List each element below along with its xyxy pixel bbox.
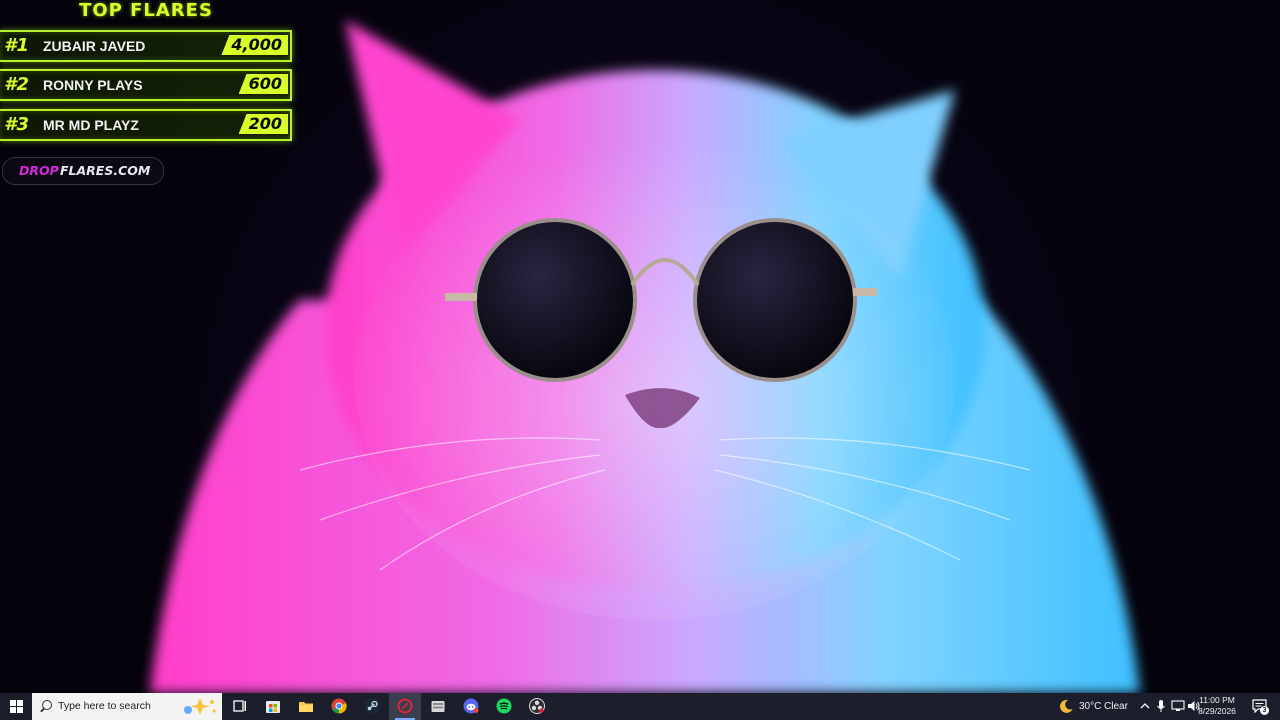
taskbar-app-microsoft-store[interactable]	[257, 693, 289, 720]
weather-moon-icon[interactable]	[1058, 698, 1074, 714]
taskbar: Type here to search 30°C Clear 11:00 PM …	[0, 693, 1280, 720]
rank-label: #2	[4, 74, 30, 95]
search-icon	[42, 700, 52, 710]
flare-amount: 200	[238, 114, 288, 134]
spotify-icon	[496, 698, 512, 714]
weather-condition[interactable]: Clear	[1104, 700, 1128, 713]
leaderboard-row: #2 RONNY PLAYS 600	[0, 69, 292, 101]
supporter-name: MR MD PLAYZ	[43, 117, 139, 133]
clock-time: 11:00 PM	[1199, 695, 1235, 705]
weather-temperature[interactable]: 30°C	[1079, 700, 1101, 713]
taskbar-app-file-manager[interactable]	[422, 693, 454, 720]
obs-icon	[529, 698, 545, 714]
folder-icon	[299, 702, 313, 712]
discord-icon	[463, 698, 479, 714]
store-icon	[266, 701, 280, 713]
site-name-part2: FLARES.COM	[60, 163, 151, 178]
cat-wallpaper-image	[150, 20, 1140, 693]
dropflares-site-badge: DROP FLARES.COM	[2, 157, 164, 185]
search-placeholder: Type here to search	[58, 700, 151, 712]
desktop-wallpaper	[0, 0, 1280, 693]
start-button[interactable]	[0, 693, 32, 720]
flare-amount: 600	[238, 74, 288, 94]
task-view-icon	[233, 700, 246, 712]
taskbar-app-active[interactable]	[389, 693, 421, 720]
taskbar-search-box[interactable]: Type here to search	[32, 693, 222, 720]
taskbar-clock[interactable]: 11:00 PM 8/29/2026	[1196, 695, 1238, 717]
taskbar-app-obs[interactable]	[521, 693, 553, 720]
taskbar-app-steam[interactable]	[356, 693, 388, 720]
network-icon[interactable]	[1171, 699, 1185, 713]
clock-date: 8/29/2026	[1198, 706, 1236, 716]
task-view-button[interactable]	[224, 693, 256, 720]
file-manager-icon	[431, 701, 445, 712]
flare-amount: 4,000	[221, 35, 288, 55]
rank-label: #3	[4, 114, 30, 135]
taskbar-app-file-explorer[interactable]	[290, 693, 322, 720]
taskbar-app-spotify[interactable]	[488, 693, 520, 720]
windows-logo-icon	[10, 700, 23, 713]
site-name-part1: DROP	[19, 163, 59, 178]
microphone-icon[interactable]	[1156, 699, 1166, 713]
red-circle-app-icon	[397, 698, 413, 714]
steam-icon	[364, 698, 380, 714]
taskbar-app-chrome[interactable]	[323, 693, 355, 720]
notification-count-badge: 3	[1260, 706, 1269, 715]
chevron-up-icon[interactable]	[1140, 701, 1150, 711]
leaderboard-row: #1 ZUBAIR JAVED 4,000	[0, 30, 292, 62]
supporter-name: ZUBAIR JAVED	[43, 38, 146, 54]
leaderboard-row: #3 MR MD PLAYZ 200	[0, 109, 292, 141]
flares-title: TOP FLARES	[79, 0, 213, 21]
rank-label: #1	[4, 35, 30, 56]
taskbar-app-discord[interactable]	[455, 693, 487, 720]
search-highlight-icon	[184, 698, 216, 715]
chrome-icon	[331, 698, 347, 714]
supporter-name: RONNY PLAYS	[43, 77, 143, 93]
